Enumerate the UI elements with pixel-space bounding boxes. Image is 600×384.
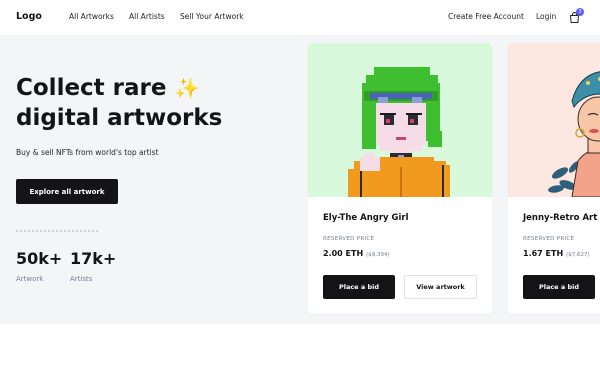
price-eth: 1.67 ETH (523, 249, 564, 258)
divider (16, 230, 98, 232)
artwork-card[interactable]: Ely-The Angry Girl RESERVED PRICE 2.00 E… (308, 43, 492, 314)
reserved-price-label: RESERVED PRICE (323, 236, 375, 242)
hero-title: Collect rare ✨ digital artworks (16, 73, 222, 133)
hero-title-line1: Collect rare (16, 75, 167, 101)
artwork-image-ely[interactable] (308, 43, 492, 197)
reserved-price-label: RESERVED PRICE (523, 236, 575, 242)
price-usd: ($7,627) (566, 252, 590, 258)
price-eth: 2.00 ETH (323, 249, 364, 258)
sparkle-icon: ✨ (174, 76, 200, 100)
card-price: 2.00 ETH ($9,394) (323, 249, 390, 258)
price-usd: ($9,394) (366, 252, 390, 258)
stat-artwork-value: 50k+ (16, 249, 63, 268)
cart-count-badge: 3 (576, 8, 584, 16)
logo[interactable]: Logo (16, 11, 42, 22)
top-nav: Logo All Artworks All Artists Sell Your … (0, 0, 600, 35)
card-title[interactable]: Jenny-Retro Art (523, 213, 597, 223)
nav-link-all-artworks[interactable]: All Artworks (69, 12, 114, 21)
place-bid-button[interactable]: Place a bid (523, 275, 595, 299)
nav-link-sell-artwork[interactable]: Sell Your Artwork (180, 12, 244, 21)
stat-artists-value: 17k+ (70, 249, 117, 268)
login-link[interactable]: Login (536, 12, 556, 21)
hero-subtitle: Buy & sell NFTs from world's top artist (16, 148, 159, 157)
explore-all-artwork-button[interactable]: Explore all artwork (16, 179, 118, 204)
create-account-link[interactable]: Create Free Account (448, 12, 524, 21)
card-title[interactable]: Ely-The Angry Girl (323, 213, 409, 223)
hero-section: Collect rare ✨ digital artworks Buy & se… (0, 35, 600, 324)
hero-title-line2: digital artworks (16, 105, 223, 131)
stat-artists-label: Artists (70, 275, 93, 283)
artwork-card[interactable]: Jenny-Retro Art RESERVED PRICE 1.67 ETH(… (508, 43, 600, 314)
place-bid-button[interactable]: Place a bid (323, 275, 395, 299)
nav-link-all-artists[interactable]: All Artists (129, 12, 165, 21)
view-artwork-button[interactable]: View artwork (404, 275, 477, 299)
card-price: 1.67 ETH ($7,627) (523, 249, 590, 258)
stat-artwork-label: Artwork (16, 275, 44, 283)
artwork-image-jenny[interactable] (508, 43, 600, 197)
